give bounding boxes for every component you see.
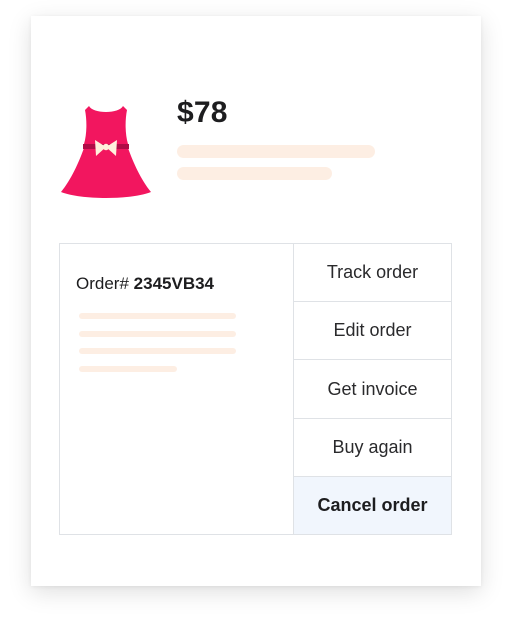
placeholder-line <box>79 348 236 354</box>
order-actions-menu: Track order Edit order Get invoice Buy a… <box>294 244 451 535</box>
order-panel: Order# 2345VB34 Track order Edit order G… <box>59 243 452 535</box>
order-number: 2345VB34 <box>133 274 214 293</box>
dress-icon <box>61 106 151 198</box>
get-invoice-button[interactable]: Get invoice <box>294 360 451 419</box>
buy-again-button[interactable]: Buy again <box>294 419 451 477</box>
track-order-button[interactable]: Track order <box>294 244 451 303</box>
placeholder-line <box>79 366 177 372</box>
order-number-line: Order# 2345VB34 <box>76 274 214 294</box>
placeholder-bar <box>177 145 375 158</box>
order-label: Order# <box>76 274 129 293</box>
product-price: $78 <box>177 96 228 129</box>
placeholder-line <box>79 331 236 337</box>
cancel-order-button[interactable]: Cancel order <box>294 476 451 535</box>
placeholder-bar <box>177 167 332 180</box>
placeholder-line <box>79 313 236 319</box>
order-info: Order# 2345VB34 <box>60 244 294 534</box>
edit-order-button[interactable]: Edit order <box>294 302 451 361</box>
order-card: $78 Order# 2345VB34 Track order Edit ord… <box>31 16 481 586</box>
